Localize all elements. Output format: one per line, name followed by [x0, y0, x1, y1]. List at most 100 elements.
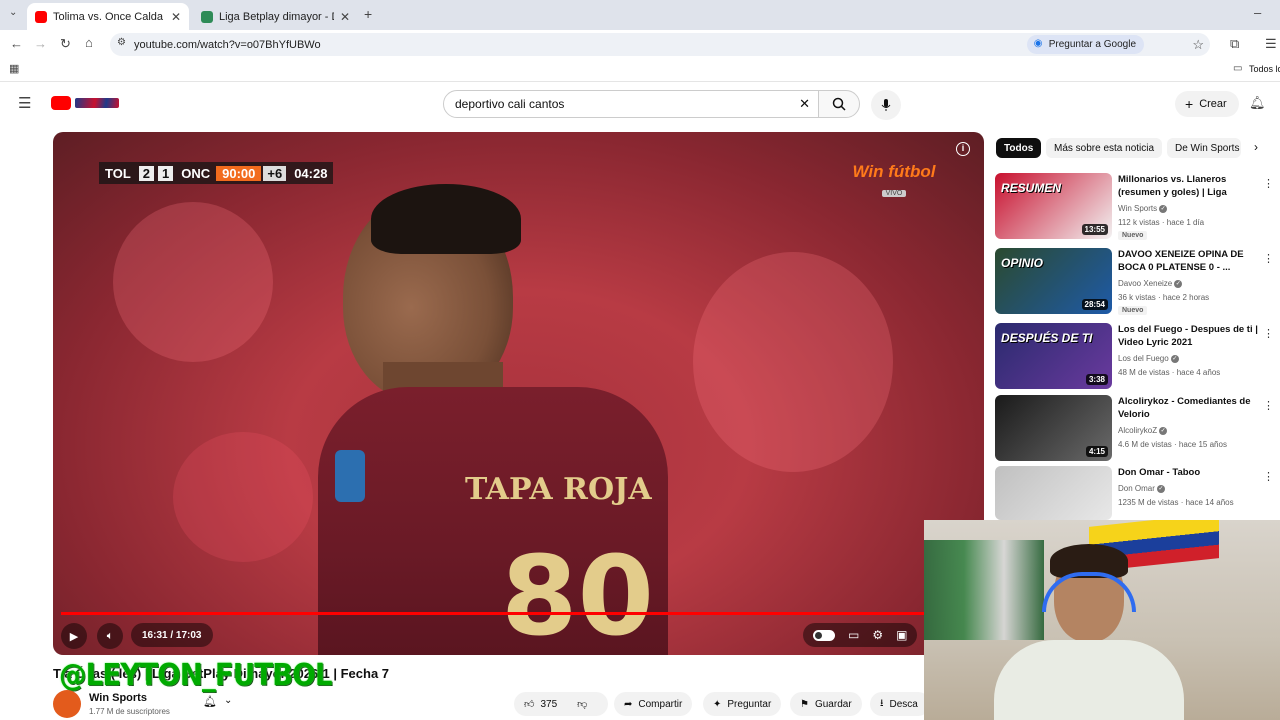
recommendation-meta: 4.6 M de vistas · hace 15 años — [1118, 440, 1227, 449]
chevron-right-icon[interactable]: › — [1254, 140, 1258, 154]
dislike-icon[interactable]: 👎︎ — [577, 698, 587, 710]
youtube-header: ☰ deportivo cali cantos ✕ + Crear 🔔︎ — [0, 82, 1280, 126]
duration-badge: 13:55 — [1081, 224, 1108, 235]
play-button[interactable]: ▶ — [61, 623, 87, 649]
folder-icon: ▭ — [1233, 63, 1243, 74]
settings-gear-icon[interactable]: ⚙ — [872, 628, 883, 642]
subtitles-icon[interactable]: ▭ — [848, 628, 859, 642]
verified-icon: ✓ — [1170, 354, 1179, 363]
browser-tab-dimayor[interactable]: Liga Betplay dimayor - Dimayor ✕ — [193, 3, 358, 30]
recommendation-channel[interactable]: Los del Fuego ✓ — [1118, 354, 1179, 363]
chip-more-news[interactable]: Más sobre esta noticia — [1046, 138, 1163, 158]
recommendation-item[interactable]: 4:15 Alcolirykoz - Comediantes de Velorio… — [995, 395, 1280, 465]
like-dislike-button[interactable]: 👍︎ 375 👎︎ — [514, 692, 608, 716]
chip-all[interactable]: Todos — [996, 138, 1042, 158]
tab-search-icon[interactable]: ☰ — [1265, 37, 1277, 50]
browser-tab-youtube[interactable]: Tolima vs. Once Caldas (resume ✕ — [27, 3, 189, 30]
youtube-logo[interactable] — [51, 96, 119, 112]
clear-search-icon[interactable]: ✕ — [799, 96, 810, 112]
create-button[interactable]: + Crear — [1175, 91, 1239, 117]
download-button[interactable]: ⭳ Desca — [870, 692, 930, 716]
more-options-icon[interactable]: ⋮ — [1263, 177, 1274, 190]
close-tab-icon[interactable]: ✕ — [171, 10, 181, 24]
more-options-icon[interactable]: ⋮ — [1263, 399, 1274, 412]
more-options-icon[interactable]: ⋮ — [1263, 252, 1274, 265]
recommendation-title[interactable]: Millonarios vs. Llaneros (resumen y gole… — [1118, 173, 1261, 200]
recommendation-channel[interactable]: Don Omar ✓ — [1118, 484, 1165, 493]
like-icon[interactable]: 👍︎ — [524, 698, 534, 710]
duration-badge: 28:54 — [1081, 299, 1108, 310]
tab-list-icon[interactable]: ⌄ — [9, 8, 17, 18]
extensions-icon[interactable]: ⧉ — [1230, 37, 1239, 50]
shelf-jerseys — [924, 540, 1044, 640]
recommendation-item[interactable]: OPINIO 28:54 DAVOO XENEIZE OPINA DE BOCA 0… — [995, 248, 1280, 318]
site-info-icon[interactable]: ⚙ — [117, 38, 126, 48]
verified-icon: ✓ — [1156, 484, 1165, 493]
recommendation-title[interactable]: Alcolirykoz - Comediantes de Velorio — [1118, 395, 1261, 421]
doodle-flag-icon — [75, 98, 119, 108]
apps-grid-icon[interactable]: ▦ — [9, 64, 19, 75]
jersey-sponsor: TAPA ROJA — [465, 472, 652, 507]
video-player[interactable]: TAPA ROJA 80 TOL 2 1 ONC 90:00 +6 04:28 … — [53, 132, 984, 655]
chip-win-sports[interactable]: De Win Sports — [1167, 138, 1241, 158]
info-icon[interactable]: i — [956, 142, 970, 156]
recommendation-thumbnail[interactable]: RESUMEN 13:55 — [995, 173, 1112, 239]
channel-avatar[interactable] — [53, 690, 81, 718]
away-team: ONC — [181, 165, 211, 181]
volume-button[interactable]: 🔈︎ — [97, 623, 123, 649]
recommendation-thumbnail[interactable] — [995, 466, 1112, 520]
recommendation-title[interactable]: Don Omar - Taboo — [1118, 466, 1261, 479]
recommendation-channel[interactable]: AlcolirykoZ ✓ — [1118, 426, 1168, 435]
search-input[interactable]: deportivo cali cantos ✕ — [443, 90, 819, 118]
new-tab-icon[interactable]: + — [364, 7, 372, 21]
recommendation-thumbnail[interactable]: OPINIO 28:54 — [995, 248, 1112, 314]
save-button[interactable]: ⚑ Guardar — [790, 692, 862, 716]
menu-icon[interactable]: ☰ — [18, 96, 31, 111]
recommendation-title[interactable]: Los del Fuego - Despues de ti | Video Ly… — [1118, 323, 1261, 349]
recommendation-meta: 48 M de vistas · hace 4 años — [1118, 368, 1221, 377]
ask-google-label: Preguntar a Google — [1048, 39, 1136, 50]
channel-name[interactable]: Win Sports — [89, 692, 147, 704]
new-badge: Nuevo — [1118, 231, 1148, 240]
progress-bar[interactable] — [61, 612, 976, 615]
share-button[interactable]: ➦ Compartir — [614, 692, 693, 716]
chevron-down-icon[interactable]: ⌄ — [224, 695, 232, 706]
reload-icon[interactable]: ↻ — [60, 37, 71, 50]
recommendation-item[interactable]: DESPUÉS DE TI 3:38 Los del Fuego - Despues… — [995, 323, 1280, 393]
verified-icon: ✓ — [1159, 426, 1168, 435]
forward-icon[interactable]: → — [34, 37, 47, 50]
autoplay-toggle-icon[interactable] — [813, 629, 835, 641]
recommendation-thumbnail[interactable]: DESPUÉS DE TI 3:38 — [995, 323, 1112, 389]
voice-search-button[interactable] — [871, 90, 901, 120]
notification-bell-icon[interactable]: 🔔︎ — [203, 695, 217, 708]
all-bookmarks-label[interactable]: Todos lo — [1249, 64, 1280, 74]
more-options-icon[interactable]: ⋮ — [1263, 470, 1274, 483]
recommendation-item[interactable]: RESUMEN 13:55 Millonarios vs. Llaneros (re… — [995, 173, 1280, 243]
thumbnail-text: RESUMEN — [1001, 181, 1062, 195]
minimize-icon[interactable]: – — [1254, 6, 1261, 19]
bookmark-star-icon[interactable]: ☆ — [1192, 38, 1204, 51]
miniplayer-icon[interactable]: ▣ — [896, 628, 907, 642]
back-icon[interactable]: ← — [10, 37, 23, 50]
ask-button[interactable]: ✦ Preguntar — [703, 692, 782, 716]
home-icon[interactable]: ⌂ — [85, 36, 93, 49]
time-text: 16:31 / 17:03 — [142, 629, 202, 641]
channel-label: Davoo Xeneize — [1118, 279, 1173, 288]
time-display: 16:31 / 17:03 — [131, 623, 213, 647]
more-options-icon[interactable]: ⋮ — [1263, 327, 1274, 340]
recommendation-channel[interactable]: Win Sports ✓ — [1118, 204, 1168, 213]
recommendation-title[interactable]: DAVOO XENEIZE OPINA DE BOCA 0 PLATENSE 0… — [1118, 248, 1261, 274]
recommendation-thumbnail[interactable]: 4:15 — [995, 395, 1112, 461]
broadcaster-logo: Win fútbol VIVO — [849, 162, 939, 200]
notifications-bell-icon[interactable]: 🔔︎ — [1249, 96, 1266, 109]
ask-google-button[interactable]: ◉ Preguntar a Google — [1026, 35, 1144, 54]
save-icon: ⚑ — [800, 698, 809, 710]
toggle-knob — [815, 631, 822, 639]
url-field[interactable]: ⚙ youtube.com/watch?v=o07BhYfUBWo ▭ ◉ Pr… — [110, 33, 1210, 56]
search-button[interactable] — [818, 90, 860, 118]
recommendation-meta: 36 k vistas · hace 2 horas — [1118, 293, 1210, 302]
download-label: Desca — [889, 698, 918, 710]
league-patch — [335, 450, 365, 502]
recommendation-channel[interactable]: Davoo Xeneize ✓ — [1118, 279, 1183, 288]
close-tab-icon[interactable]: ✕ — [340, 10, 350, 24]
